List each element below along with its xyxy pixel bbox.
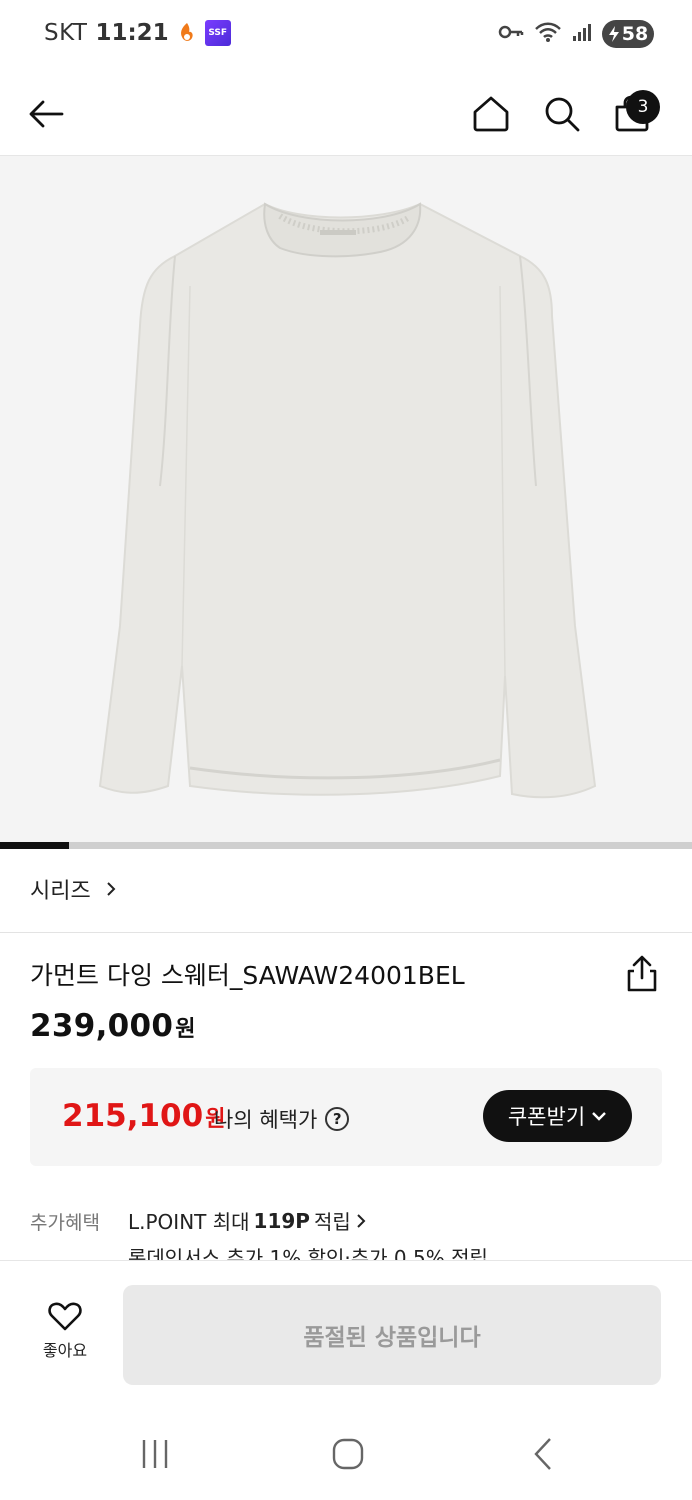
lpoint-benefit-link[interactable]: L.POINT 최대 119P 적립 [128,1206,367,1235]
back-button[interactable] [18,86,74,142]
like-button[interactable]: 좋아요 [28,1301,102,1361]
system-home-icon [332,1438,364,1470]
battery-indicator: 58 [602,20,654,48]
coupon-button-label: 쿠폰받기 [507,1105,586,1129]
share-icon [627,955,657,992]
system-nav-bar [0,1406,692,1500]
soldout-button: 품절된 상품입니다 [123,1285,661,1385]
lpoint-points: 119P [253,1208,310,1233]
series-label: 시리즈 [30,879,91,904]
system-back-icon [534,1438,551,1470]
system-back-button[interactable] [518,1434,568,1474]
series-link[interactable]: 시리즈 [30,860,117,918]
heart-icon [48,1302,82,1331]
wifi-icon [534,21,562,47]
recent-apps-icon [142,1440,168,1468]
benefit-price-value: 215,100 [62,1098,204,1134]
home-button[interactable] [463,86,519,142]
cart-count-badge: 3 [626,90,660,124]
arrow-left-icon [29,100,64,128]
extra-benefit-label: 추가혜택 [30,1212,100,1234]
carousel-progress-fill [0,842,70,849]
benefit-label: 나의 혜택가 ? [214,1104,350,1134]
chevron-right-icon [357,1213,366,1228]
status-right: 58 [498,20,654,48]
section-divider [0,932,692,933]
bottom-action-bar: 좋아요 품절된 상품입니다 [0,1260,692,1406]
top-nav: 3 [0,72,692,156]
search-button[interactable] [534,86,590,142]
chevron-right-icon [107,882,116,896]
clock: 11:21 [95,20,169,46]
carrier-label: SKT [44,20,88,46]
sweater-image [98,202,597,799]
battery-level: 58 [621,23,649,45]
coupon-button[interactable]: 쿠폰받기 [483,1090,632,1142]
product-image[interactable] [0,156,692,842]
original-price: 239,000 원 [30,1008,196,1044]
notification-app-icon [177,22,197,44]
help-icon[interactable]: ? [325,1107,350,1131]
recent-apps-button[interactable] [130,1434,180,1474]
home-system-button[interactable] [323,1434,373,1474]
status-bar: SKT 11:21 SSF 58 [0,0,692,72]
home-icon [473,96,509,132]
benefit-price-box: 215,100 원 나의 혜택가 ? 쿠폰받기 [30,1068,662,1166]
like-label: 좋아요 [42,1341,88,1360]
search-icon [545,97,580,132]
cart-button[interactable]: 3 [604,86,660,142]
image-carousel-progress [0,842,692,849]
signal-icon [572,22,592,46]
status-left: SKT 11:21 SSF [44,20,231,46]
benefit-price: 215,100 원 [62,1098,225,1134]
chevron-down-icon [592,1112,606,1121]
price-unit: 원 [175,1017,196,1042]
lpoint-suffix: 적립 [313,1210,351,1234]
card-benefit-link[interactable]: 롯데인서스 추가 1% 할인·추가 0.5% 적립 [128,1242,488,1260]
lpoint-prefix: L.POINT 최대 [128,1210,250,1234]
product-title: 가먼트 다잉 스웨터_SAWAW24001BEL [30,961,465,990]
price-value: 239,000 [30,1008,174,1044]
benefit-label-text: 나의 혜택가 [214,1108,318,1132]
share-button[interactable] [624,954,660,994]
ssf-app-icon: SSF [204,20,231,46]
key-icon [498,24,524,44]
